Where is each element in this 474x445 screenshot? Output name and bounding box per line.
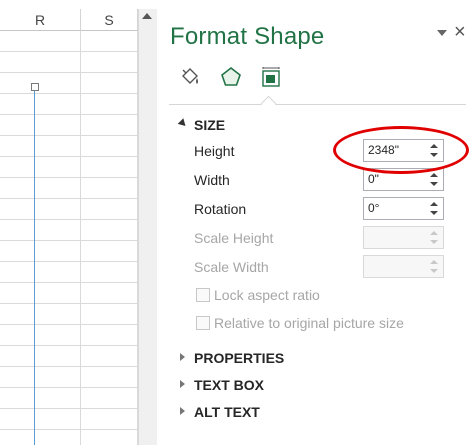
section-text-box[interactable]: TEXT BOX xyxy=(194,377,264,393)
spin-up-icon xyxy=(430,231,438,235)
collapsed-chevron-icon[interactable] xyxy=(180,380,185,388)
section-size[interactable]: SIZE xyxy=(194,117,225,133)
spin-down-icon[interactable] xyxy=(430,182,438,186)
column-header-r[interactable]: R xyxy=(0,9,81,31)
scale-width-label: Scale Width xyxy=(194,259,269,275)
collapsed-chevron-icon[interactable] xyxy=(180,407,185,415)
pane-title: Format Shape xyxy=(170,23,325,50)
selected-line-shape[interactable] xyxy=(34,90,35,445)
width-input[interactable] xyxy=(368,171,426,187)
column-header-s[interactable]: S xyxy=(81,9,138,31)
spin-up-icon[interactable] xyxy=(430,173,438,177)
spin-up-icon[interactable] xyxy=(430,202,438,206)
rotation-input[interactable] xyxy=(368,200,426,216)
width-spinner[interactable] xyxy=(363,168,444,191)
spin-up-icon xyxy=(430,260,438,264)
spin-down-icon[interactable] xyxy=(430,211,438,215)
expanded-chevron-icon[interactable] xyxy=(177,118,189,129)
paint-bucket-icon[interactable] xyxy=(179,66,201,88)
spin-up-icon[interactable] xyxy=(430,144,438,148)
close-icon[interactable]: × xyxy=(454,22,466,42)
relative-size-label: Relative to original picture size xyxy=(214,315,404,331)
format-shape-pane: Format Shape × SIZE Height Width Rotatio… xyxy=(157,0,474,445)
scale-height-label: Scale Height xyxy=(194,230,274,246)
rotation-spinner[interactable] xyxy=(363,197,444,220)
collapsed-chevron-icon[interactable] xyxy=(180,353,185,361)
width-label: Width xyxy=(194,172,230,188)
relative-size-checkbox xyxy=(196,316,210,330)
spreadsheet-grid[interactable]: R S xyxy=(0,0,138,445)
scroll-up-arrow-icon[interactable] xyxy=(142,13,152,19)
spin-down-icon xyxy=(430,269,438,273)
lock-aspect-checkbox xyxy=(196,288,210,302)
pentagon-icon[interactable] xyxy=(220,66,242,88)
size-properties-icon[interactable] xyxy=(260,66,282,88)
resize-handle[interactable] xyxy=(31,83,39,91)
column-divider xyxy=(80,31,81,445)
rotation-label: Rotation xyxy=(194,201,247,217)
tab-divider xyxy=(169,104,466,105)
scale-width-spinner xyxy=(363,255,444,278)
spin-down-icon xyxy=(430,240,438,244)
scale-height-spinner xyxy=(363,226,444,249)
height-spinner[interactable] xyxy=(363,139,444,162)
pane-options-dropdown-icon[interactable] xyxy=(437,30,447,36)
spin-down-icon[interactable] xyxy=(430,153,438,157)
section-properties[interactable]: PROPERTIES xyxy=(194,350,284,366)
height-label: Height xyxy=(194,143,235,159)
grid-rows xyxy=(0,31,138,445)
lock-aspect-label: Lock aspect ratio xyxy=(214,287,320,303)
active-tab-pointer xyxy=(260,95,277,112)
vertical-scrollbar[interactable] xyxy=(138,9,158,445)
section-alt-text[interactable]: ALT TEXT xyxy=(194,404,260,420)
height-input[interactable] xyxy=(368,142,426,158)
